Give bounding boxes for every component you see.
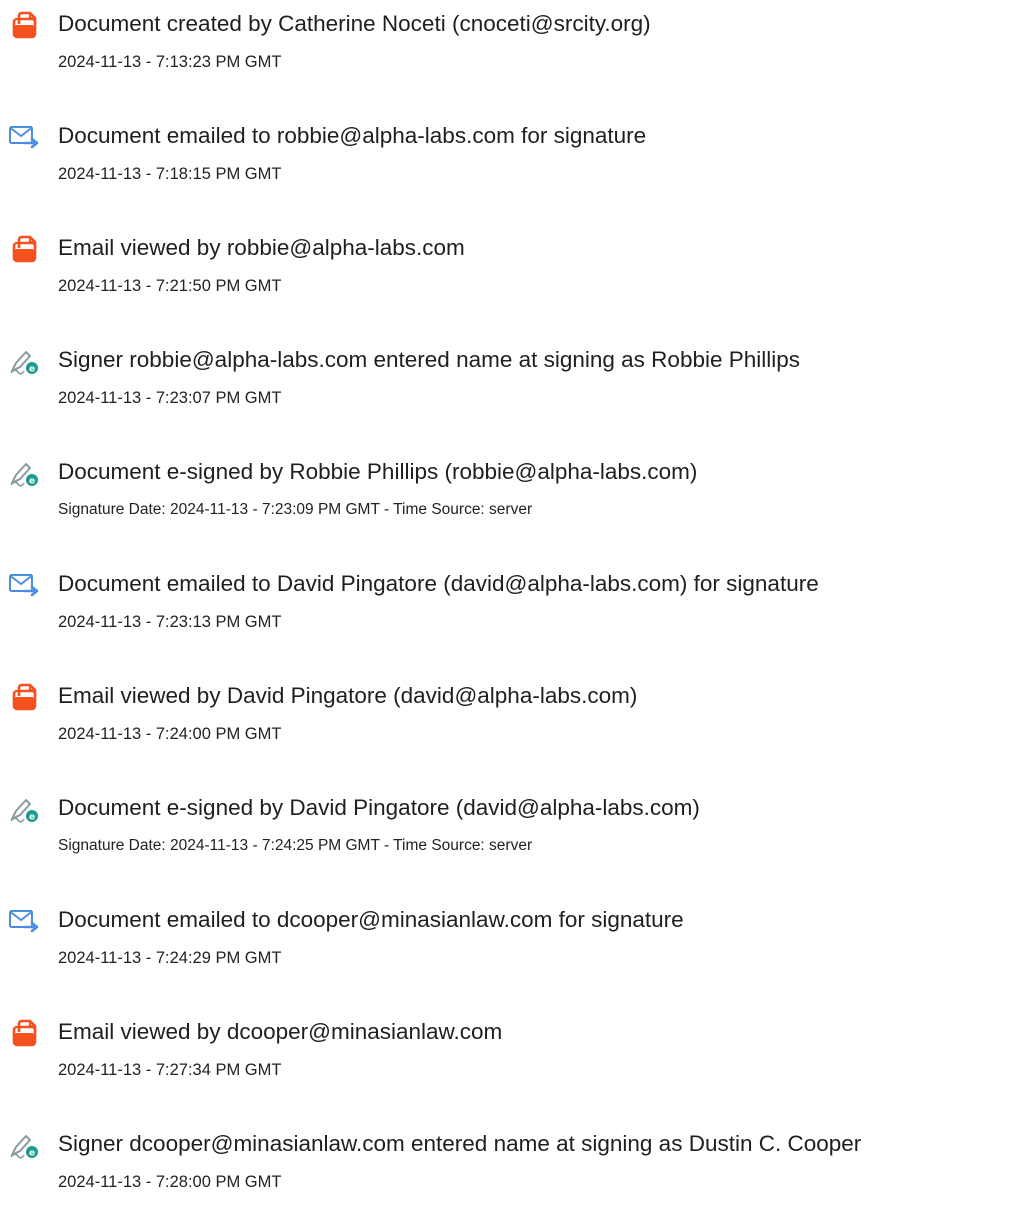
event-timestamp: 2024-11-13 - 7:21:50 PM GMT (58, 277, 282, 295)
event-title: Email viewed by David Pingatore (david@a… (58, 683, 638, 708)
event-timestamp: Signature Date: 2024-11-13 - 7:23:09 PM … (58, 501, 533, 518)
audit-event: e Document e-signed by Robbie Phillips (… (0, 448, 1010, 538)
svg-text:e: e (29, 1149, 35, 1159)
e-sign-pen-icon: e (9, 459, 41, 487)
event-timestamp: 2024-11-13 - 7:13:23 PM GMT (58, 53, 282, 71)
audit-event: Document emailed to robbie@alpha-labs.co… (0, 112, 1010, 202)
event-title: Document emailed to David Pingatore (dav… (58, 571, 819, 596)
email-sent-icon (9, 123, 41, 151)
audit-event: Document emailed to David Pingatore (dav… (0, 560, 1010, 650)
event-title: Email viewed by dcooper@minasianlaw.com (58, 1019, 503, 1044)
audit-event: Email viewed by dcooper@minasianlaw.com … (0, 1008, 1010, 1098)
event-timestamp: 2024-11-13 - 7:18:15 PM GMT (58, 165, 282, 183)
document-viewed-icon (9, 235, 41, 263)
audit-trail-list: Document created by Catherine Noceti (cn… (0, 0, 1010, 1224)
email-sent-icon (9, 571, 41, 599)
audit-event: e Signer dcooper@minasianlaw.com entered… (0, 1120, 1010, 1210)
audit-event: e Document e-signed by David Pingatore (… (0, 784, 1010, 874)
event-title: Document e-signed by David Pingatore (da… (58, 795, 700, 820)
event-timestamp: Signature Date: 2024-11-13 - 7:24:25 PM … (58, 837, 533, 854)
event-title: Signer robbie@alpha-labs.com entered nam… (58, 347, 801, 372)
audit-event: e Signer robbie@alpha-labs.com entered n… (0, 336, 1010, 426)
svg-text:e: e (29, 365, 35, 375)
svg-text:e: e (29, 477, 35, 487)
e-sign-pen-icon: e (9, 1131, 41, 1159)
document-created-icon (9, 11, 41, 39)
e-sign-pen-icon: e (9, 347, 41, 375)
document-viewed-icon (9, 683, 41, 711)
event-title: Document e-signed by Robbie Phillips (ro… (58, 459, 698, 484)
event-timestamp: 2024-11-13 - 7:23:07 PM GMT (58, 389, 282, 407)
event-timestamp: 2024-11-13 - 7:24:29 PM GMT (58, 949, 282, 967)
event-title: Document emailed to robbie@alpha-labs.co… (58, 123, 647, 148)
svg-text:e: e (29, 813, 35, 823)
audit-event: Email viewed by robbie@alpha-labs.com 20… (0, 224, 1010, 314)
event-title: Email viewed by robbie@alpha-labs.com (58, 235, 465, 260)
event-title: Signer dcooper@minasianlaw.com entered n… (58, 1131, 862, 1156)
event-timestamp: 2024-11-13 - 7:28:00 PM GMT (58, 1173, 282, 1191)
e-sign-pen-icon: e (9, 795, 41, 823)
event-title: Document emailed to dcooper@minasianlaw.… (58, 907, 684, 932)
event-timestamp: 2024-11-13 - 7:24:00 PM GMT (58, 725, 282, 743)
event-timestamp: 2024-11-13 - 7:23:13 PM GMT (58, 613, 282, 631)
event-title: Document created by Catherine Noceti (cn… (58, 11, 651, 36)
audit-event: Document created by Catherine Noceti (cn… (0, 0, 1010, 90)
audit-event: Email viewed by David Pingatore (david@a… (0, 672, 1010, 762)
audit-event: Document emailed to dcooper@minasianlaw.… (0, 896, 1010, 986)
event-timestamp: 2024-11-13 - 7:27:34 PM GMT (58, 1061, 282, 1079)
email-sent-icon (9, 907, 41, 935)
document-viewed-icon (9, 1019, 41, 1047)
